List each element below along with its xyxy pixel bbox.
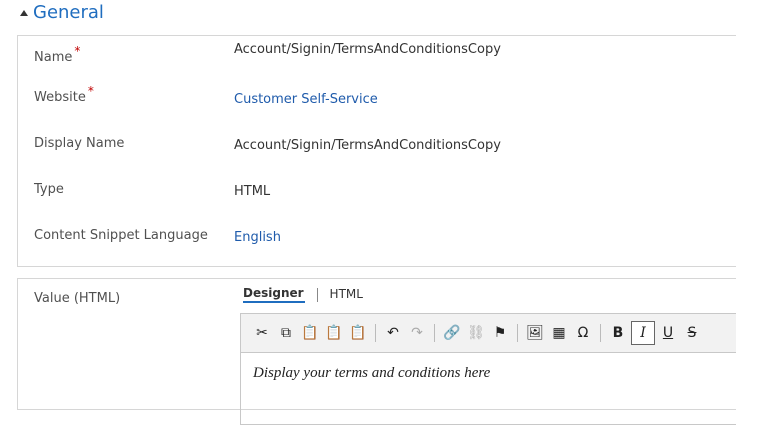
editor-content[interactable]: Display your terms and conditions here xyxy=(241,353,736,394)
field-row-name: Name * Account/Signin/TermsAndConditionsC… xyxy=(34,42,736,70)
required-indicator: * xyxy=(74,44,81,58)
field-row-type: Type HTML xyxy=(34,182,736,202)
tab-divider xyxy=(316,287,318,302)
value-html-panel: Value (HTML) Designer HTML ✂ ⧉ 📋 📋 📋 ↶ ↷… xyxy=(17,278,736,425)
paste-icon[interactable]: 📋 xyxy=(299,322,321,344)
copy-icon[interactable]: ⧉ xyxy=(275,322,297,344)
section-title: General xyxy=(33,1,104,23)
field-value-name[interactable]: Account/Signin/TermsAndConditionsCopy xyxy=(234,42,501,57)
special-character-icon[interactable]: Ω xyxy=(572,322,594,344)
toolbar-divider xyxy=(600,324,601,342)
cut-icon[interactable]: ✂ xyxy=(251,322,273,344)
bold-button[interactable]: B xyxy=(607,322,629,344)
field-label-website: Website * xyxy=(34,84,94,105)
field-row-display-name: Display Name Account/Signin/TermsAndCond… xyxy=(34,136,736,156)
toolbar-divider xyxy=(375,324,376,342)
field-label-display-name: Display Name xyxy=(34,136,125,151)
field-label-type: Type xyxy=(34,182,64,197)
collapse-arrow-icon[interactable] xyxy=(20,10,28,16)
link-icon[interactable]: 🔗 xyxy=(441,322,463,344)
editor-tabs: Designer HTML xyxy=(243,286,364,303)
toolbar-divider xyxy=(434,324,435,342)
redo-icon[interactable]: ↷ xyxy=(406,322,428,344)
field-label-value-html: Value (HTML) xyxy=(34,291,121,306)
image-icon[interactable]: 🖼 xyxy=(524,322,546,344)
italic-button[interactable]: I xyxy=(631,321,655,345)
general-fields-panel: Name * Account/Signin/TermsAndConditionsC… xyxy=(17,35,736,267)
field-row-language: Content Snippet Language English xyxy=(34,228,736,248)
paste-word-icon[interactable]: 📋 xyxy=(347,322,369,344)
field-row-value-html: Value (HTML) xyxy=(34,291,736,311)
field-value-type[interactable]: HTML xyxy=(234,184,270,199)
unlink-icon[interactable]: ⛓ xyxy=(465,322,487,344)
toolbar-divider xyxy=(517,324,518,342)
required-indicator: * xyxy=(87,84,94,98)
editor-toolbar: ✂ ⧉ 📋 📋 📋 ↶ ↷ 🔗 ⛓ ⚑ 🖼 ▦ Ω B I U S xyxy=(241,314,736,353)
undo-icon[interactable]: ↶ xyxy=(382,322,404,344)
field-row-website: Website * Customer Self-Service xyxy=(34,84,736,110)
general-section-header[interactable]: General xyxy=(20,0,104,24)
field-value-website[interactable]: Customer Self-Service xyxy=(234,92,378,107)
field-label-name: Name * xyxy=(34,44,81,65)
table-icon[interactable]: ▦ xyxy=(548,322,570,344)
tab-html[interactable]: HTML xyxy=(330,287,364,302)
anchor-flag-icon[interactable]: ⚑ xyxy=(489,322,511,344)
field-value-language[interactable]: English xyxy=(234,230,281,245)
underline-button[interactable]: U xyxy=(657,322,679,344)
tab-designer[interactable]: Designer xyxy=(243,286,305,303)
field-value-display-name[interactable]: Account/Signin/TermsAndConditionsCopy xyxy=(234,138,501,153)
paste-text-icon[interactable]: 📋 xyxy=(323,322,345,344)
rich-text-editor[interactable]: ✂ ⧉ 📋 📋 📋 ↶ ↷ 🔗 ⛓ ⚑ 🖼 ▦ Ω B I U S Displa… xyxy=(240,313,736,425)
strikethrough-button[interactable]: S xyxy=(681,322,703,344)
field-label-language: Content Snippet Language xyxy=(34,228,208,243)
